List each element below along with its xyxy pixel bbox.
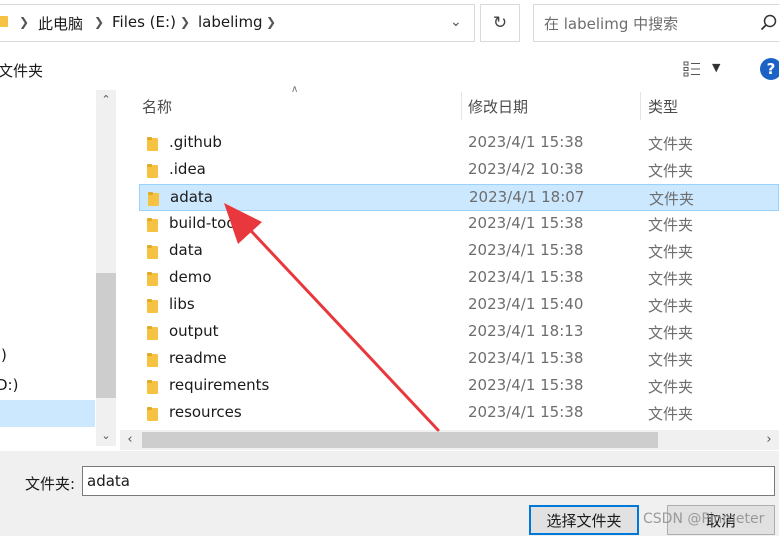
- chevron-right-icon[interactable]: ❯: [266, 15, 276, 29]
- file-modified-date: 2023/4/1 15:38: [468, 376, 584, 394]
- breadcrumb-this-pc[interactable]: 此电脑: [38, 13, 83, 34]
- file-name: adata: [170, 188, 213, 206]
- column-divider[interactable]: [640, 92, 641, 120]
- refresh-button[interactable]: ↻: [480, 4, 520, 42]
- watermark-text: CSDN @Pinmeter: [643, 511, 765, 527]
- file-modified-date: 2023/4/1 15:38: [468, 241, 584, 259]
- folder-icon: [0, 16, 8, 27]
- file-name: .idea: [169, 160, 206, 178]
- file-name: demo: [169, 268, 212, 286]
- view-options-icon[interactable]: [683, 60, 701, 78]
- column-header-name[interactable]: 名称: [142, 96, 172, 117]
- file-row[interactable]: demo 2023/4/1 15:38 文件夹: [139, 265, 779, 292]
- file-name: data: [169, 241, 203, 259]
- file-type: 文件夹: [648, 405, 694, 423]
- file-modified-date: 2023/4/1 15:38: [468, 268, 584, 286]
- file-row[interactable]: .github 2023/4/1 15:38 文件夹: [139, 130, 779, 157]
- toolbar-folder-label: 文件夹: [0, 62, 44, 80]
- chevron-right-icon[interactable]: ❯: [19, 15, 29, 29]
- file-row[interactable]: libs 2023/4/1 15:40 文件夹: [139, 292, 779, 319]
- address-dropdown-icon[interactable]: ⌄: [450, 14, 462, 30]
- file-modified-date: 2023/4/1 18:07: [469, 188, 585, 206]
- folder-icon: [148, 192, 159, 206]
- chevron-right-icon[interactable]: ❯: [180, 15, 190, 29]
- folder-field-label: 文件夹:: [25, 475, 76, 493]
- nav-item-selected[interactable]: [0, 400, 95, 427]
- column-header-date[interactable]: 修改日期: [468, 96, 528, 117]
- search-icon[interactable]: [759, 13, 779, 33]
- column-divider[interactable]: [461, 92, 462, 120]
- file-modified-date: 2023/4/1 15:38: [468, 214, 584, 232]
- file-type: 文件夹: [648, 297, 694, 315]
- nav-scrollbar[interactable]: ⌃ ⌄: [96, 90, 116, 446]
- file-type: 文件夹: [649, 190, 695, 208]
- folder-icon: [147, 299, 158, 313]
- file-type: 文件夹: [648, 270, 694, 288]
- file-type: 文件夹: [648, 216, 694, 234]
- folder-icon: [147, 218, 158, 232]
- chevron-right-icon[interactable]: ❯: [94, 15, 104, 29]
- file-type: 文件夹: [648, 243, 694, 261]
- folder-icon: [147, 272, 158, 286]
- file-name: build-tools: [169, 214, 248, 232]
- help-icon[interactable]: ?: [760, 58, 779, 80]
- file-modified-date: 2023/4/1 18:13: [468, 322, 584, 340]
- file-name: libs: [169, 295, 195, 313]
- file-name: output: [169, 322, 219, 340]
- file-row[interactable]: resources 2023/4/1 15:38 文件夹: [139, 400, 779, 427]
- file-name: resources: [169, 403, 242, 421]
- nav-item-drive-c[interactable]: :): [0, 346, 7, 364]
- select-folder-button[interactable]: 选择文件夹: [529, 505, 639, 535]
- folder-name-input[interactable]: [82, 466, 775, 496]
- breadcrumb-labelimg[interactable]: labelimg: [198, 13, 263, 31]
- file-modified-date: 2023/4/1 15:38: [468, 133, 584, 151]
- search-box[interactable]: [533, 4, 779, 42]
- file-modified-date: 2023/4/1 15:38: [468, 349, 584, 367]
- sort-indicator-icon: ∧: [291, 84, 299, 95]
- column-header-type[interactable]: 类型: [648, 96, 678, 117]
- file-modified-date: 2023/4/1 15:40: [468, 295, 584, 313]
- hscrollbar-thumb[interactable]: [142, 432, 658, 448]
- view-dropdown-icon[interactable]: ▼: [712, 61, 720, 74]
- file-name: requirements: [169, 376, 270, 394]
- file-row[interactable]: .idea 2023/4/2 10:38 文件夹: [139, 157, 779, 184]
- nav-scrollbar-thumb[interactable]: [96, 273, 116, 398]
- file-row[interactable]: readme 2023/4/1 15:38 文件夹: [139, 346, 779, 373]
- file-row[interactable]: output 2023/4/1 18:13 文件夹: [139, 319, 779, 346]
- file-type: 文件夹: [648, 351, 694, 369]
- folder-icon: [147, 245, 158, 259]
- file-name: readme: [169, 349, 227, 367]
- folder-icon: [147, 353, 158, 367]
- file-type: 文件夹: [648, 135, 694, 153]
- search-input[interactable]: [544, 14, 754, 34]
- file-type: 文件夹: [648, 162, 694, 180]
- folder-icon: [147, 407, 158, 421]
- file-row[interactable]: build-tools 2023/4/1 15:38 文件夹: [139, 211, 779, 238]
- folder-icon: [147, 164, 158, 178]
- file-modified-date: 2023/4/1 15:38: [468, 403, 584, 421]
- refresh-icon: ↻: [492, 13, 508, 33]
- nav-item-drive-d[interactable]: D:): [0, 376, 18, 394]
- file-modified-date: 2023/4/2 10:38: [468, 160, 584, 178]
- file-type: 文件夹: [648, 324, 694, 342]
- scroll-up-icon[interactable]: ⌃: [96, 90, 116, 110]
- folder-icon: [147, 137, 158, 151]
- scroll-right-icon[interactable]: ›: [759, 430, 779, 450]
- file-name: .github: [169, 133, 222, 151]
- file-row[interactable]: requirements 2023/4/1 15:38 文件夹: [139, 373, 779, 400]
- breadcrumb-drive[interactable]: Files (E:): [112, 13, 176, 31]
- folder-icon: [147, 326, 158, 340]
- scroll-down-icon[interactable]: ⌄: [96, 426, 116, 446]
- file-row[interactable]: data 2023/4/1 15:38 文件夹: [139, 238, 779, 265]
- scroll-left-icon[interactable]: ‹: [120, 430, 140, 450]
- file-list-hscrollbar[interactable]: ‹ ›: [120, 430, 779, 450]
- file-type: 文件夹: [648, 378, 694, 396]
- folder-icon: [147, 380, 158, 394]
- file-row[interactable]: adata 2023/4/1 18:07 文件夹: [139, 184, 779, 211]
